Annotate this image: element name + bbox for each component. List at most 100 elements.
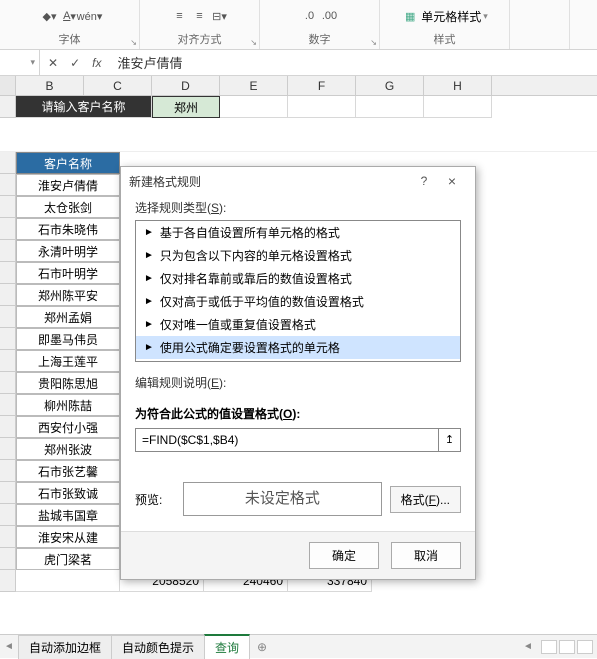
cell[interactable] [424,96,492,118]
search-value-cell[interactable]: 郑州 [152,96,220,118]
customer-cell[interactable]: 西安付小强 [16,416,120,438]
decimal-decrease-icon[interactable]: .00 [321,7,339,25]
col-header[interactable]: B [16,76,84,95]
formula-value[interactable]: 淮安卢倩倩 [109,53,190,72]
row-header[interactable] [0,438,16,460]
sheet-tab[interactable]: 自动颜色提示 [111,635,205,659]
select-rule-type-label: 选择规则类型(S): [135,199,461,216]
cell[interactable] [356,96,424,118]
row-header[interactable] [0,284,16,306]
select-all-corner[interactable] [0,76,16,95]
decimal-increase-icon[interactable]: .0 [301,7,319,25]
row-header[interactable] [0,372,16,394]
row-header[interactable] [0,262,16,284]
view-layout-icon[interactable] [559,640,575,654]
row-header[interactable] [0,328,16,350]
customer-cell[interactable]: 柳州陈喆 [16,394,120,416]
cell[interactable] [288,96,356,118]
rule-item[interactable]: ►基于各自值设置所有单元格的格式 [136,221,460,244]
data-header[interactable]: 客户名称 [16,152,120,174]
col-header[interactable]: C [84,76,152,95]
cell[interactable] [220,96,288,118]
row-header[interactable] [0,482,16,504]
sheet-tab[interactable]: 自动添加边框 [18,635,112,659]
scroll-left-icon[interactable]: ◄ [519,641,537,652]
ok-button[interactable]: 确定 [309,542,379,569]
name-box[interactable]: ▾ [0,50,40,75]
cell-styles-button[interactable]: ▦ 单元格样式 ▾ [401,3,488,29]
customer-cell[interactable]: 太仓张剑 [16,196,120,218]
ribbon-group-font: ◆▾ A▾ wén▾ 字体 ↘ [0,0,140,49]
row-header[interactable] [0,504,16,526]
collapse-dialog-button[interactable]: ↥ [438,429,460,451]
customer-cell[interactable]: 郑州陈平安 [16,284,120,306]
rule-item[interactable]: ►使用公式确定要设置格式的单元格 [136,336,460,359]
rule-type-list[interactable]: ►基于各自值设置所有单元格的格式 ► 只为包含以下内容的单元格设置格式 ►仅对排名… [135,220,461,362]
col-header[interactable]: D [152,76,220,95]
customer-cell[interactable]: 郑州张波 [16,438,120,460]
customer-cell[interactable]: 石市张致诚 [16,482,120,504]
rule-item[interactable]: ►仅对唯一值或重复值设置格式 [136,313,460,336]
rule-item[interactable]: ►仅对排名靠前或靠后的数值设置格式 [136,267,460,290]
row-header[interactable] [0,570,16,592]
phonetic-icon[interactable]: wén▾ [81,7,99,25]
customer-cell[interactable]: 盐城韦国章 [16,504,120,526]
col-header[interactable]: H [424,76,492,95]
view-break-icon[interactable] [577,640,593,654]
row-header[interactable] [0,526,16,548]
enter-icon[interactable]: ✓ [66,56,84,70]
dialog-launcher-icon[interactable]: ↘ [370,38,377,47]
dialog-titlebar[interactable]: 新建格式规则 ? × [121,167,475,195]
cell[interactable] [16,570,120,592]
formula-input[interactable]: =FIND($C$1,$B4) [136,429,438,451]
arrow-icon: ► [144,250,154,261]
col-header[interactable]: E [220,76,288,95]
fill-color-icon[interactable]: ◆▾ [41,7,59,25]
row-header[interactable] [0,306,16,328]
col-header[interactable]: G [356,76,424,95]
customer-cell[interactable]: 贵阳陈思旭 [16,372,120,394]
merge-icon[interactable]: ⊟▾ [211,7,229,25]
arrow-icon: ► [144,273,154,284]
dialog-launcher-icon[interactable]: ↘ [130,38,137,47]
row-header[interactable] [0,152,16,174]
row-header[interactable] [0,174,16,196]
customer-cell[interactable]: 虎门梁茗 [16,548,120,570]
row-header[interactable] [0,196,16,218]
customer-cell[interactable]: 石市朱晓伟 [16,218,120,240]
row-header[interactable] [0,394,16,416]
view-normal-icon[interactable] [541,640,557,654]
sheet-tab-active[interactable]: 查询 [204,634,250,659]
close-button[interactable]: × [437,173,467,189]
row-header[interactable] [0,416,16,438]
indent-decrease-icon[interactable]: ≡ [171,7,189,25]
col-header[interactable]: F [288,76,356,95]
customer-cell[interactable]: 石市张艺馨 [16,460,120,482]
indent-increase-icon[interactable]: ≡ [191,7,209,25]
row-header[interactable] [0,96,16,118]
row-header[interactable] [0,218,16,240]
prompt-cell[interactable]: 请输入客户名称 [16,96,152,118]
cancel-button[interactable]: 取消 [391,542,461,569]
rule-item[interactable]: ► 只为包含以下内容的单元格设置格式 [136,244,460,267]
customer-cell[interactable]: 淮安卢倩倩 [16,174,120,196]
tab-nav-prev-icon[interactable]: ◄ [0,641,18,652]
rule-item[interactable]: ►仅对高于或低于平均值的数值设置格式 [136,290,460,313]
add-sheet-button[interactable]: ⊕ [249,640,275,654]
customer-cell[interactable]: 上海王莲平 [16,350,120,372]
help-button[interactable]: ? [411,174,437,188]
customer-cell[interactable]: 郑州孟娟 [16,306,120,328]
fx-icon[interactable]: fx [88,56,105,70]
cancel-icon[interactable]: ✕ [44,56,62,70]
customer-cell[interactable]: 即墨马伟员 [16,328,120,350]
row-header[interactable] [0,548,16,570]
rule-item-label: 只为包含以下内容的单元格设置格式 [160,247,352,264]
row-header[interactable] [0,350,16,372]
row-header[interactable] [0,240,16,262]
customer-cell[interactable]: 永清叶明学 [16,240,120,262]
format-button[interactable]: 格式(F)... [390,486,461,513]
customer-cell[interactable]: 淮安宋从建 [16,526,120,548]
dialog-launcher-icon[interactable]: ↘ [250,38,257,47]
row-header[interactable] [0,460,16,482]
customer-cell[interactable]: 石市叶明学 [16,262,120,284]
